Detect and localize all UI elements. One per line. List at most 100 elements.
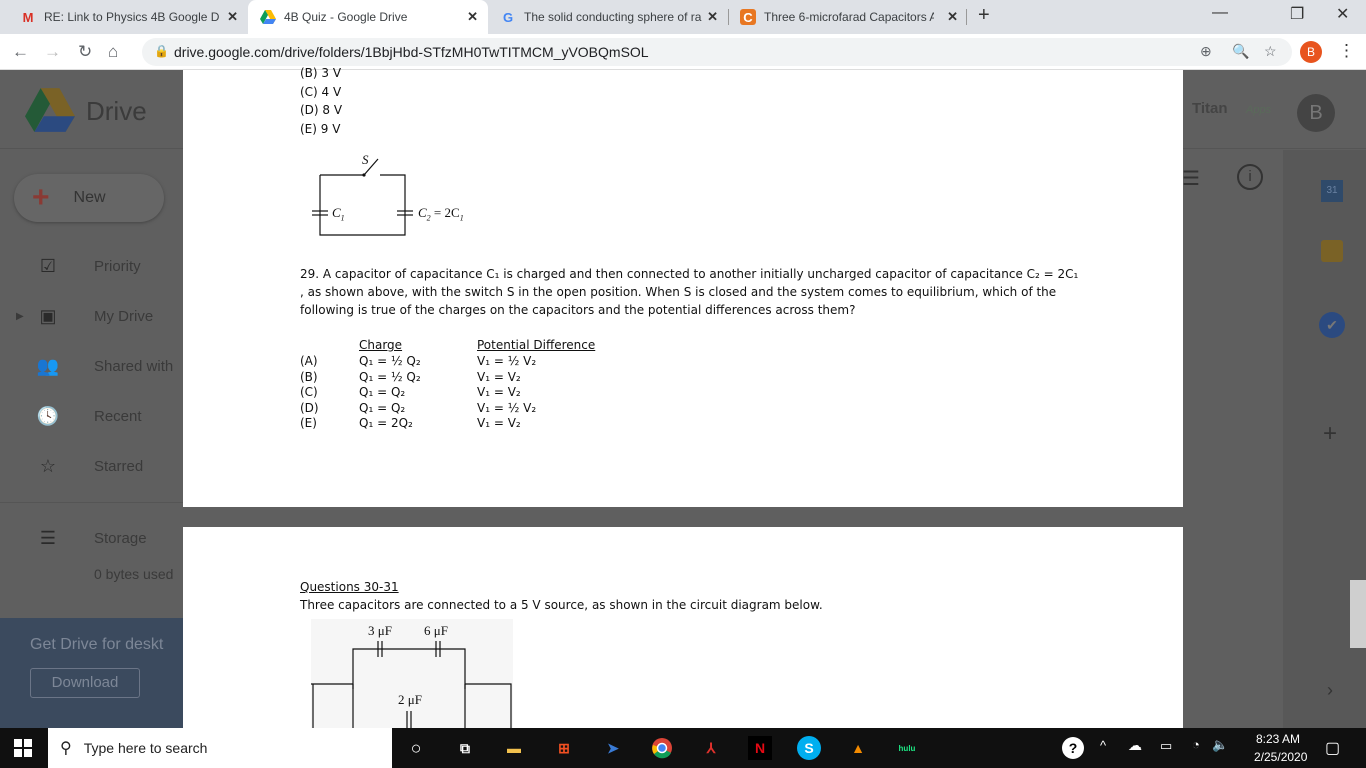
lock-icon: 🔒 [154,44,169,58]
wifi-icon[interactable]: ◔ [1192,737,1200,752]
close-tab-icon[interactable]: ✕ [707,9,718,25]
hulu-icon[interactable]: hulu [894,736,920,760]
chrome-icon[interactable] [650,736,674,760]
store-icon[interactable]: ⊞ [552,736,576,760]
tasks-icon[interactable]: ✔ [1319,312,1345,338]
address-bar[interactable]: 🔒 drive.google.com/drive/folders/1BbjHbd… [142,38,1292,66]
potential-header: Potential Difference [477,338,596,352]
browser-toolbar: ← → ↻ ⌂ 🔒 drive.google.com/drive/folders… [0,34,1366,70]
questions-30-31-heading: Questions 30-31 [300,580,399,594]
profile-avatar[interactable]: B [1300,41,1322,63]
sidebar-label: My Drive [94,307,154,325]
show-hidden-icons[interactable]: ^ [1100,738,1106,753]
bookmark-star-icon[interactable]: ☆ [1264,43,1277,60]
sidebar-item-shared[interactable]: 👥 Shared with [36,354,173,378]
new-tab-button[interactable]: + [978,4,990,27]
back-button[interactable]: ← [12,42,29,62]
circuit-wires [311,641,512,728]
add-extension-icon[interactable]: ⊕ [1200,43,1212,60]
question-line: 29. A capacitor of capacitance C₁ is cha… [300,267,1079,281]
expand-panel-icon[interactable]: › [1327,680,1333,701]
tab-title: RE: Link to Physics 4B Google Dri [44,10,219,24]
keep-icon[interactable] [1321,240,1343,262]
chrome-menu-icon[interactable]: ⋮ [1338,41,1355,61]
sidebar-item-starred[interactable]: ☆ Starred [36,454,143,478]
tab-drive[interactable]: 4B Quiz - Google Drive ✕ [248,0,488,34]
skype-icon[interactable]: S [797,736,821,760]
answer-row-e[interactable]: (E) Q₁ = 2Q₂ V₁ = V₂ [300,416,600,432]
clock-time[interactable]: 8:23 AM [1256,732,1300,746]
sidebar-label: Recent [94,407,142,425]
cortana-icon[interactable]: ○ [404,736,428,760]
netflix-icon[interactable]: N [748,736,772,760]
tab-google-search[interactable]: G The solid conducting sphere of ra ✕ [488,0,728,34]
zoom-icon[interactable]: 🔍 [1232,43,1249,60]
sidebar-item-storage[interactable]: ☰ Storage [36,526,147,550]
new-label: New [73,189,106,206]
answer-row-c[interactable]: (C) Q₁ = Q₂ V₁ = V₂ [300,385,600,401]
sidebar-item-my-drive[interactable]: ▶ ▣ My Drive [16,304,154,328]
file-explorer-icon[interactable]: ▬ [502,736,526,760]
question-29: 29. A capacitor of capacitance C₁ is cha… [300,265,1078,319]
help-tray-icon[interactable]: ? [1062,737,1084,759]
download-button[interactable]: Download [30,668,140,698]
vlc-icon[interactable]: ▲ [846,736,870,760]
forward-button[interactable]: → [44,42,61,62]
option-d: (D) 8 V [300,103,343,117]
close-tab-icon[interactable]: ✕ [467,9,478,25]
close-window-button[interactable]: ✕ [1336,4,1349,24]
titan-logo: Titan [1192,100,1228,117]
google-icon: G [502,9,514,25]
account-avatar[interactable]: B [1297,94,1335,132]
expand-arrow-icon[interactable]: ▶ [16,311,24,322]
list-view-icon[interactable]: ☰ [1182,166,1200,191]
star-icon: ☆ [39,455,57,476]
info-icon[interactable]: i [1237,164,1263,190]
chegg-icon: C [740,9,756,25]
tab-title: Three 6-microfarad Capacitors Ar [764,10,934,24]
power-automate-icon[interactable]: ➤ [601,736,625,760]
shared-with-me-icon: 👥 [36,355,60,376]
sidebar-item-priority[interactable]: ☑ Priority [36,254,141,278]
sidebar-label: Priority [94,257,141,275]
scrollbar-thumb[interactable] [1350,580,1366,648]
restore-button[interactable]: ❐ [1290,4,1304,24]
home-button[interactable]: ⌂ [108,42,118,62]
circuit-diagram-1: S C1 C2 = 2C1 [308,152,538,245]
clock-date[interactable]: 2/25/2020 [1254,750,1307,764]
tab-title: 4B Quiz - Google Drive [284,10,408,24]
tab-gmail[interactable]: M RE: Link to Physics 4B Google Dri ✕ [8,0,248,34]
answer-row-d[interactable]: (D) Q₁ = Q₂ V₁ = ½ V₂ [300,401,600,417]
battery-icon[interactable]: ▭ [1160,738,1172,754]
onedrive-icon[interactable]: ☁ [1128,737,1142,754]
close-tab-icon[interactable]: ✕ [947,9,958,25]
answer-row-a[interactable]: (A) Q₁ = ½ Q₂ V₁ = ½ V₂ [300,354,600,370]
reload-button[interactable]: ↻ [78,42,92,62]
switch-label: S [362,152,369,167]
minimize-button[interactable]: — [1212,4,1228,22]
url-text: drive.google.com/drive/folders/1BbjHbd-S… [174,44,649,60]
c2-label: C2 = 2C1 [418,205,464,223]
acrobat-icon[interactable]: ⅄ [699,736,723,760]
close-tab-icon[interactable]: ✕ [227,9,238,25]
windows-start-icon[interactable] [14,739,32,762]
capacitor-2uf-label: 2 μF [398,692,422,707]
add-addon-icon[interactable]: + [1323,420,1337,448]
search-icon: ⚲ [60,740,72,757]
volume-icon[interactable]: 🔈 [1212,737,1228,753]
answer-row-b[interactable]: (B) Q₁ = ½ Q₂ V₁ = V₂ [300,370,600,386]
action-center-icon[interactable]: ▢ [1325,738,1340,758]
question-line: , as shown above, with the switch S in t… [300,285,1057,299]
calendar-icon[interactable]: 31 [1321,180,1343,202]
task-view-icon[interactable]: ⧉ [453,736,477,760]
new-button[interactable]: + New [14,174,164,222]
titan-apps-label: Apps [1246,104,1272,116]
sidebar-item-recent[interactable]: 🕓 Recent [36,404,142,428]
clock-icon: 🕓 [36,405,60,426]
tab-chegg[interactable]: C Three 6-microfarad Capacitors Ar ✕ [728,0,968,34]
circuit-wires [312,158,413,236]
plus-icon: + [32,181,50,214]
taskbar-search-box[interactable]: ⚲ Type here to search [48,728,392,768]
sidebar-label: Shared with [94,357,174,375]
google-drive-logo-icon [25,88,75,132]
